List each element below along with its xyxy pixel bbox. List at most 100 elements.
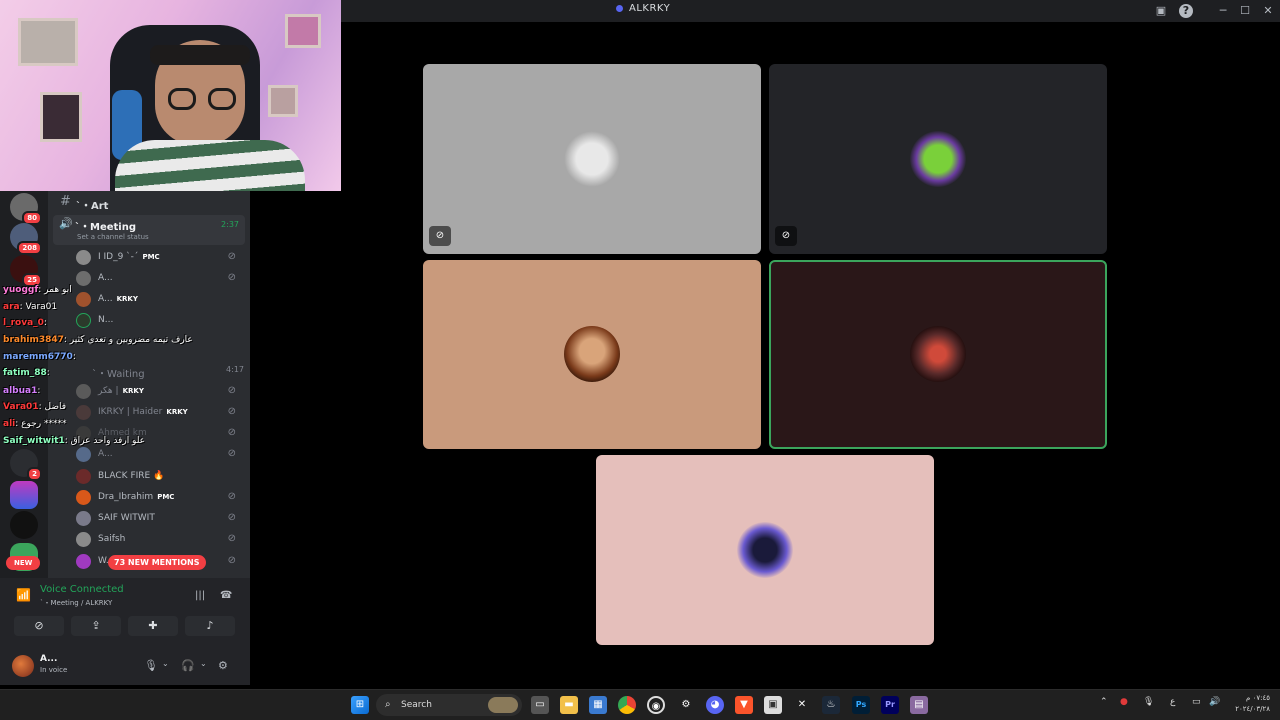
headphones-icon[interactable]: 🎧 [181,659,195,672]
search-icon: ⌕ [385,699,391,710]
avatar [76,554,91,569]
obs-icon[interactable]: ◉ [647,696,665,714]
premiere-icon[interactable]: Pr [881,696,899,714]
chrome-icon[interactable] [618,696,636,714]
new-mentions-badge[interactable]: 73 NEW MENTIONS [108,555,206,570]
app-icon[interactable]: ▤ [910,696,928,714]
deafened-icon: ⊘ [227,385,236,396]
avatar [910,326,966,382]
voice-member[interactable]: هكر | KRKY ⊘ [76,382,246,402]
voice-member[interactable]: Saifsh ⊘ [76,530,246,550]
participant-tile[interactable] [596,455,934,645]
speaker-icon: 🔊 [59,217,73,230]
avatar [76,532,91,547]
chat-message: albua1: [3,386,41,396]
server-icon[interactable]: 208 [10,223,42,255]
close-icon[interactable]: ✕ [1261,4,1275,18]
participant-tile[interactable] [423,260,761,449]
minimize-icon[interactable]: ─ [1216,4,1230,18]
voice-channel-waiting[interactable]: ˋ・Waiting 4:17 [48,362,250,380]
deafened-icon: ⊘ [227,533,236,544]
voice-member[interactable]: A... KRKY [76,290,246,310]
voice-member[interactable]: IKRKY | Haider KRKY ⊘ [76,403,246,423]
task-view-icon[interactable]: ▭ [531,696,549,714]
screen-share-icon[interactable]: ▣ [1154,4,1168,18]
server-icon[interactable] [10,481,38,509]
new-badge[interactable]: NEW [6,556,41,570]
activities-button[interactable]: ✚ [128,616,178,636]
server-icon[interactable]: 2 [10,449,42,481]
disconnect-icon[interactable]: ☎ [220,590,232,601]
deafened-icon: ⊘ [227,272,236,283]
capcut-x-icon[interactable]: ✕ [793,696,811,714]
voice-member[interactable]: A... ⊘ [76,445,246,465]
clock[interactable]: ٠٧:٤٥ م ٢٠٢٤/٠٣/٢٨ [1235,693,1270,715]
voice-channel-meeting[interactable]: 🔊 ˋ・Meeting 2:37 Set a channel status [53,215,245,245]
deafened-icon: ⊘ [227,406,236,417]
microphone-icon[interactable]: 🎙 [1143,697,1154,707]
chevron-down-icon[interactable]: ⌄ [200,659,207,668]
muted-icon: ⊘ [429,226,451,246]
steam-settings-icon[interactable]: ⚙ [677,696,695,714]
record-icon[interactable]: ● [1120,697,1128,707]
server-icon[interactable]: 80 [10,193,42,225]
taskbar: ⊞ ⌕ Search ▭ ▬ ▦ ◉ ⚙ ◕ ▼ ▣ ✕ ♨ Ps Pr ▤ ⌃… [0,689,1280,720]
chat-message: fatim_88: [3,368,50,378]
server-icon[interactable] [10,511,38,539]
chat-message: yuoggf: ابو همر [3,285,72,295]
deafened-icon: ⊘ [227,512,236,523]
chat-message: Saif_witwit1: علو ارفد واحد عراق [3,436,146,446]
voice-member[interactable]: Dra_Ibrahim PMC ⊘ [76,488,246,508]
chat-message: brahim3847: عارف تيمه مضروبين و تعدي كثي… [3,335,193,345]
voice-member[interactable]: BLACK FIRE 🔥 [76,467,246,487]
store-icon[interactable]: ▦ [589,696,607,714]
search-highlight-image [488,697,518,713]
category-art[interactable]: # ˋ・Art [48,194,250,212]
screen-share-button[interactable]: ⇪ [71,616,121,636]
steam-icon[interactable]: ♨ [822,696,840,714]
chevron-up-icon[interactable]: ⌃ [1100,697,1108,707]
avatar[interactable] [12,655,34,677]
soundboard-button[interactable]: ♪ [185,616,235,636]
avatar [76,250,91,265]
windows-start-icon[interactable]: ⊞ [351,696,369,714]
camera-button[interactable]: ⊘ [14,616,64,636]
avatar [76,292,91,307]
noise-suppression-icon[interactable]: ||| [195,590,205,601]
discord-icon[interactable]: ◕ [706,696,724,714]
user-panel: A... In voice 🎙 ⌄ 🎧 ⌄ ⚙ [0,649,250,685]
deafened-icon: ⊘ [227,448,236,459]
wall-frame-right [285,14,321,48]
deafened-icon: ⊘ [227,427,236,438]
photoshop-icon[interactable]: Ps [852,696,870,714]
hash-icon: # [60,194,71,209]
muted-icon: ⊘ [775,226,797,246]
brave-icon[interactable]: ▼ [735,696,753,714]
voice-panel: 📶 Voice Connected ˋ・Meeting / ALKRKY |||… [0,578,250,685]
maximize-icon[interactable]: ☐ [1238,4,1252,18]
volume-icon[interactable]: 🔊 [1209,697,1220,707]
network-icon[interactable]: ▭ [1192,697,1201,707]
webcam-feed [0,0,341,191]
help-icon[interactable]: ? [1179,4,1193,18]
glasses-right [208,88,236,110]
voice-member[interactable]: I ID_9 ˋ-ˊ PMC ⊘ [76,248,246,268]
participant-tile[interactable]: ⊘ [423,64,761,254]
avatar [737,522,793,578]
avatar [564,131,620,187]
file-explorer-icon[interactable]: ▬ [560,696,578,714]
glasses-left [168,88,196,110]
chevron-down-icon[interactable]: ⌄ [162,659,169,668]
capcut-icon[interactable]: ▣ [764,696,782,714]
server-icon[interactable]: 25 [10,255,42,287]
search-box[interactable]: ⌕ Search [376,694,522,716]
voice-member[interactable]: N... [76,311,246,331]
voice-member[interactable]: A... ⊘ [76,269,246,289]
participant-tile[interactable]: ⊘ [769,64,1107,254]
voice-member[interactable]: SAIF WITWIT ⊘ [76,509,246,529]
participant-tile-speaking[interactable] [769,260,1107,449]
channel-list: # ˋ・Art 🔊 ˋ・Meeting 2:37 Set a channel s… [48,191,250,578]
avatar [76,271,91,286]
microphone-icon[interactable]: 🎙 [144,659,158,672]
gear-icon[interactable]: ⚙ [218,659,228,672]
